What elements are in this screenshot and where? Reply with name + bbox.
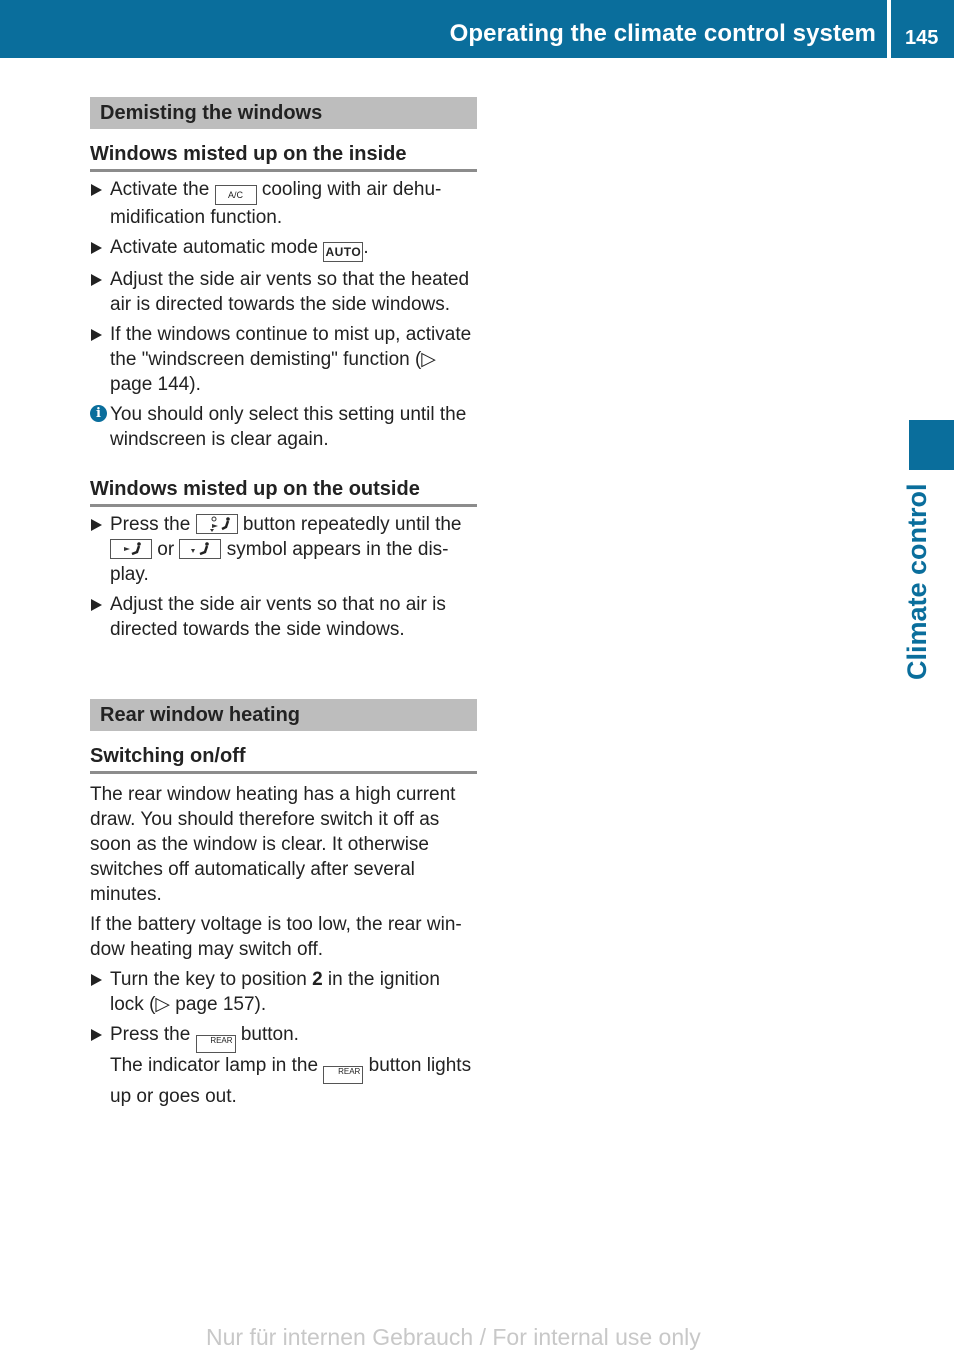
step-item: Activate automatic mode AUTO. — [90, 235, 477, 262]
bullet-triangle-icon — [91, 274, 102, 286]
side-tab-label: Climate control — [902, 483, 932, 680]
step-item: If the windows continue to mist up, acti… — [90, 322, 477, 397]
header-divider — [887, 0, 891, 58]
air-to-footwell-icon — [179, 539, 222, 559]
subhead-switching: Switching on/off — [90, 743, 477, 774]
rear-steps: Turn the key to position 2 in the igniti… — [90, 967, 477, 1109]
bullet-triangle-icon — [91, 329, 102, 341]
outside-steps: Press the button repeatedly until the or… — [90, 512, 477, 642]
ac-button-icon: A/C — [214, 185, 257, 205]
section-title-demisting: Demisting the windows — [90, 97, 477, 129]
subhead-inside: Windows misted up on the inside — [90, 141, 477, 172]
step-item: Turn the key to position 2 in the igniti… — [90, 967, 477, 1017]
paragraph: The rear window heating has a high curre… — [90, 784, 456, 905]
step-item: Adjust the side air vents so that the he… — [90, 267, 477, 317]
info-icon: i — [90, 405, 107, 422]
bullet-triangle-icon — [91, 974, 102, 986]
step-item: Press the button repeatedly until the or… — [90, 512, 477, 587]
side-tab-marker — [909, 420, 954, 470]
rear-defrost-button-icon: REAR — [195, 1035, 236, 1053]
info-note: i You should only select this setting un… — [90, 402, 477, 452]
air-to-upper-icon — [110, 539, 152, 559]
bullet-triangle-icon — [91, 242, 102, 254]
rear-heating-section: Rear window heating Switching on/off The… — [90, 699, 477, 1109]
subhead-outside: Windows misted up on the outside — [90, 476, 477, 507]
step-item: Press the REAR button. The indicator lam… — [90, 1022, 477, 1109]
step-item: Adjust the side air vents so that no air… — [90, 592, 477, 642]
section-title-rear-heating: Rear window heating — [90, 699, 477, 731]
page-number: 145 — [905, 27, 939, 49]
paragraph: If the battery voltage is too low, the r… — [90, 914, 462, 960]
chapter-title: Operating the climate control system — [449, 20, 876, 47]
header-bar: Operating the climate control system 145 — [0, 0, 954, 58]
bullet-triangle-icon — [91, 184, 102, 196]
demisting-section: Demisting the windows Windows misted up … — [90, 97, 477, 642]
internal-use-watermark: Nur für internen Gebrauch / For internal… — [206, 1324, 701, 1350]
inside-steps: Activate the A/C cooling with air dehu-m… — [90, 177, 477, 397]
bullet-triangle-icon — [91, 519, 102, 531]
bullet-triangle-icon — [91, 599, 102, 611]
step-item: Activate the A/C cooling with air dehu-m… — [90, 177, 477, 230]
auto-button-icon: AUTO — [323, 242, 364, 262]
bullet-triangle-icon — [91, 1029, 102, 1041]
air-distribution-button-icon — [195, 514, 238, 534]
rear-defrost-button-icon: REAR — [323, 1066, 364, 1084]
